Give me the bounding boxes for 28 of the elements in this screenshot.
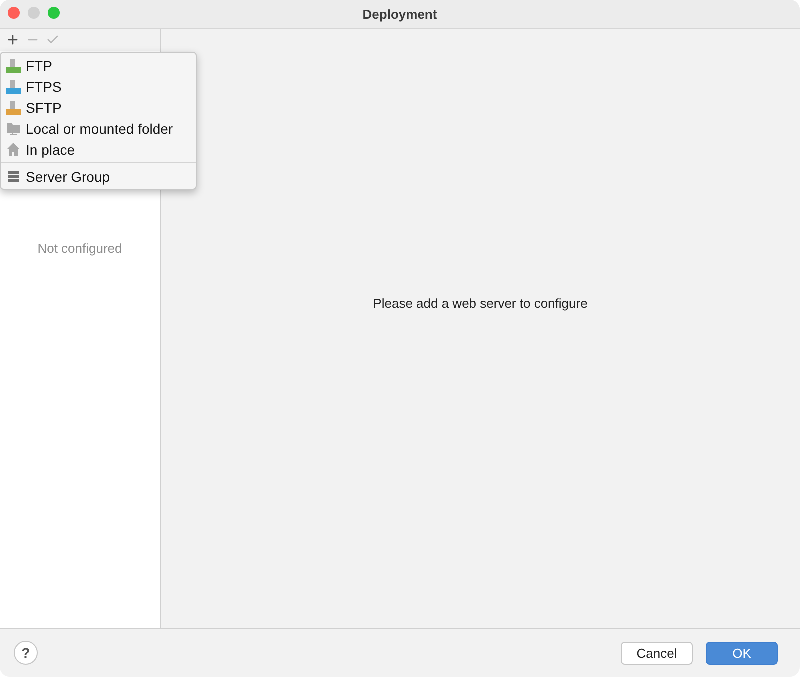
zoom-button[interactable]: [48, 7, 60, 19]
help-button[interactable]: ?: [14, 641, 38, 665]
menu-item-label: Server Group: [26, 168, 110, 184]
home-icon: [6, 142, 21, 157]
menu-item[interactable]: Server Group: [1, 162, 196, 187]
menu-item-label: FTPS: [26, 78, 62, 94]
minimize-button[interactable]: [28, 7, 40, 19]
server-file-icon: [6, 100, 21, 115]
empty-state-text: Not configured: [38, 241, 122, 257]
menu-item-label: SFTP: [26, 100, 62, 116]
menu-item[interactable]: FTPS: [1, 76, 196, 97]
ok-button[interactable]: OK: [706, 642, 778, 664]
server-file-icon: [6, 79, 21, 94]
menu-item-label: In place: [26, 142, 76, 158]
folder-icon: [6, 121, 21, 136]
menu-item[interactable]: In place: [1, 139, 196, 160]
cancel-button[interactable]: Cancel: [621, 642, 693, 664]
close-button[interactable]: [8, 7, 20, 19]
empty-state-message: Please add a web server to configure: [373, 296, 588, 311]
menu-item-label: Local or mounted folder: [26, 120, 174, 136]
menu-item-label: FTP: [26, 58, 52, 74]
window-title: Deployment: [362, 6, 438, 22]
server-file-icon: [6, 58, 21, 73]
server-stack-icon: [6, 169, 21, 184]
menu-item[interactable]: SFTP: [1, 97, 196, 118]
add-icon[interactable]: [6, 33, 20, 47]
menu-item[interactable]: FTP: [1, 55, 196, 76]
menu-item[interactable]: Local or mounted folder: [1, 118, 196, 139]
